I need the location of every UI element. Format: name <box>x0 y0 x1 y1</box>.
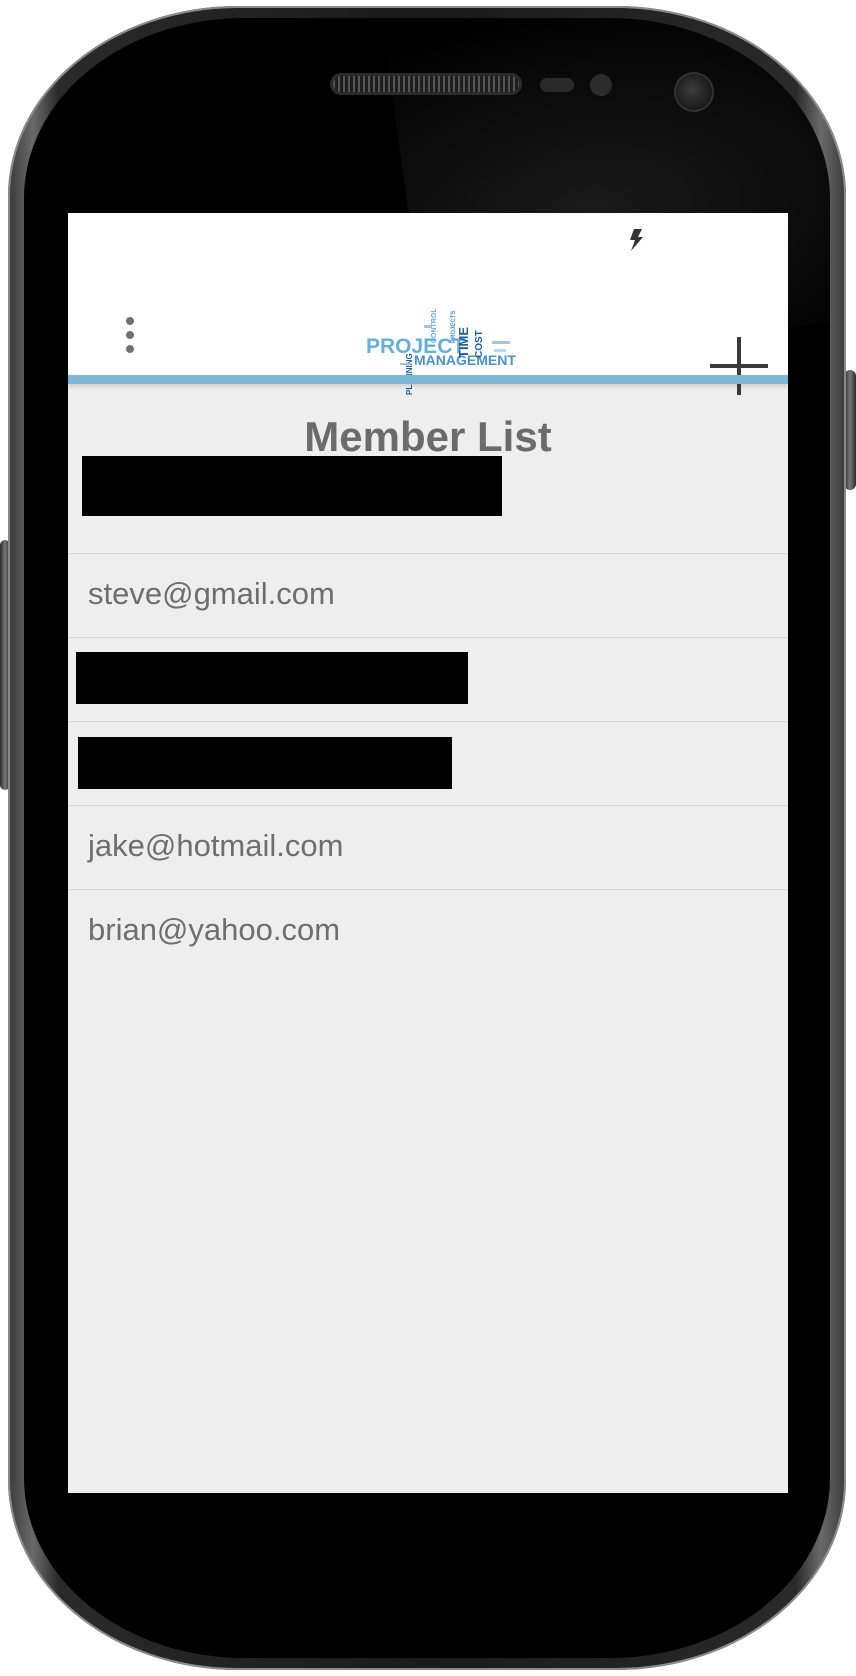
member-email: steve@gmail.com <box>88 576 335 611</box>
redaction-box <box>82 456 502 516</box>
member-row[interactable]: jake@hotmail.com <box>68 806 788 890</box>
member-email: jake@hotmail.com <box>88 828 344 863</box>
proximity-sensor <box>540 78 574 92</box>
app-screen: PROJECT MANAGEMENT TIME COST PLANNING CO… <box>68 213 788 1493</box>
member-email: brian@yahoo.com <box>88 912 341 947</box>
logo-word: TIME <box>456 327 471 358</box>
redaction-box <box>76 652 468 704</box>
device-stage: PROJECT MANAGEMENT TIME COST PLANNING CO… <box>0 0 856 1676</box>
front-camera <box>676 74 712 110</box>
add-icon[interactable] <box>710 337 768 395</box>
member-row[interactable] <box>68 456 788 554</box>
bolt-icon <box>630 229 643 251</box>
member-row[interactable] <box>68 638 788 722</box>
logo-word: CONTROL <box>431 308 438 343</box>
redaction-box <box>78 737 452 789</box>
member-row[interactable] <box>68 722 788 806</box>
logo-word: COST <box>474 330 485 358</box>
member-list: steve@gmail.com jake@hotmail.com brian@y… <box>68 456 788 974</box>
page-title: Member List <box>304 413 552 460</box>
logo-word: PROJECTS <box>451 311 457 343</box>
status-bar <box>68 213 788 263</box>
more-vert-icon[interactable] <box>120 313 140 363</box>
app-bar: PROJECT MANAGEMENT TIME COST PLANNING CO… <box>68 263 788 395</box>
earpiece-speaker <box>333 76 519 92</box>
app-bar-accent-line <box>68 375 788 384</box>
project-management-logo: PROJECT MANAGEMENT TIME COST PLANNING CO… <box>366 308 516 395</box>
member-row[interactable]: steve@gmail.com <box>68 554 788 638</box>
member-row[interactable]: brian@yahoo.com <box>68 890 788 974</box>
light-sensor <box>590 74 612 96</box>
